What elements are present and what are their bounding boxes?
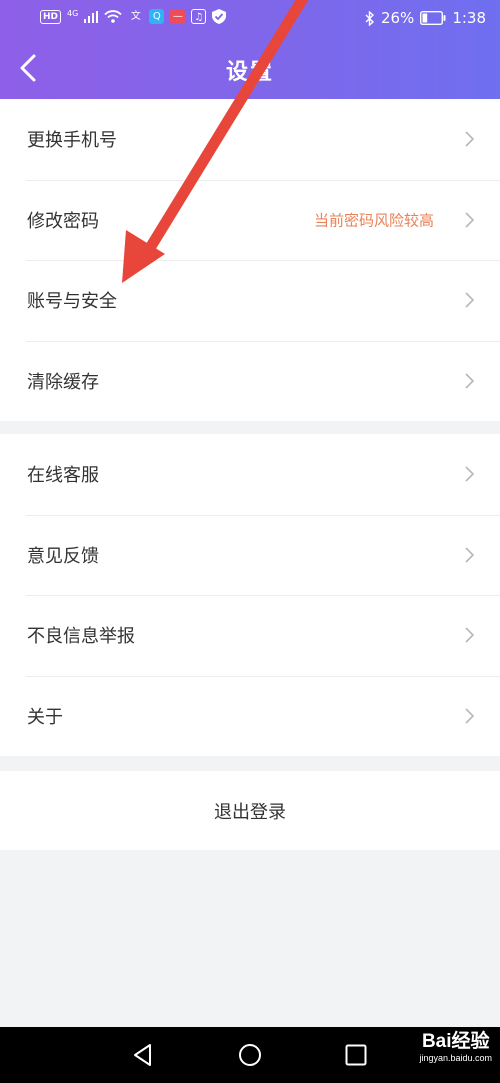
row-change-phone[interactable]: 更换手机号 — [0, 99, 500, 180]
logout-button[interactable]: 退出登录 — [0, 771, 500, 850]
chevron-right-icon — [464, 707, 476, 725]
nav-recents-icon[interactable] — [343, 1042, 369, 1068]
row-label: 更换手机号 — [27, 126, 117, 152]
page-title: 设置 — [0, 54, 500, 86]
nav-home-icon[interactable] — [237, 1042, 263, 1068]
battery-icon — [420, 11, 446, 25]
baidu-jingyan-watermark: Bai经验 jingyan.baidu.com — [419, 1031, 492, 1064]
row-label: 不良信息举报 — [27, 622, 135, 648]
row-label: 清除缓存 — [27, 368, 99, 394]
translate-app-icon: 文 — [128, 9, 143, 24]
nav-back-icon[interactable] — [130, 1042, 156, 1068]
battery-percent: 26% — [381, 9, 414, 27]
chevron-right-icon — [464, 130, 476, 148]
row-label: 修改密码 — [27, 207, 99, 233]
chevron-right-icon — [464, 211, 476, 229]
row-account-security[interactable]: 账号与安全 — [0, 260, 500, 341]
red-app-icon: — — [170, 9, 185, 24]
wifi-icon — [104, 10, 122, 23]
row-online-service[interactable]: 在线客服 — [0, 434, 500, 515]
chevron-right-icon — [464, 626, 476, 644]
clock: 1:38 — [452, 9, 486, 27]
row-change-password[interactable]: 修改密码 当前密码风险较高 — [0, 180, 500, 261]
row-label: 意见反馈 — [27, 542, 99, 568]
row-clear-cache[interactable]: 清除缓存 — [0, 341, 500, 422]
status-bar-left: HD 4G 文 Q — ♫ — [40, 9, 226, 24]
header: HD 4G 文 Q — ♫ — [0, 0, 500, 99]
row-label: 账号与安全 — [27, 287, 117, 313]
title-bar: 设置 — [0, 38, 500, 99]
watermark-url: jingyan.baidu.com — [419, 1053, 492, 1064]
row-about[interactable]: 关于 — [0, 676, 500, 757]
signal-icon — [84, 11, 98, 23]
chevron-right-icon — [464, 372, 476, 390]
row-report[interactable]: 不良信息举报 — [0, 595, 500, 676]
network-type: 4G — [67, 9, 78, 19]
music-app-icon: ♫ — [191, 9, 206, 24]
bluetooth-icon — [365, 11, 375, 26]
row-label: 在线客服 — [27, 461, 99, 487]
settings-group-account: 更换手机号 修改密码 当前密码风险较高 账号与安全 清除缓存 — [0, 99, 500, 421]
watermark-brand: Bai经验 — [419, 1031, 492, 1053]
logout-label: 退出登录 — [0, 798, 500, 824]
search-app-icon: Q — [149, 9, 164, 24]
settings-group-support: 在线客服 意见反馈 不良信息举报 关于 — [0, 434, 500, 756]
password-risk-note: 当前密码风险较高 — [314, 209, 434, 230]
chevron-right-icon — [464, 291, 476, 309]
row-label: 关于 — [27, 703, 63, 729]
shield-check-icon — [212, 9, 226, 24]
chevron-right-icon — [464, 465, 476, 483]
chevron-right-icon — [464, 546, 476, 564]
status-bar: HD 4G 文 Q — ♫ — [0, 0, 500, 38]
row-feedback[interactable]: 意见反馈 — [0, 515, 500, 596]
status-bar-right: 26% 1:38 — [365, 9, 486, 27]
hd-badge: HD — [40, 10, 61, 24]
